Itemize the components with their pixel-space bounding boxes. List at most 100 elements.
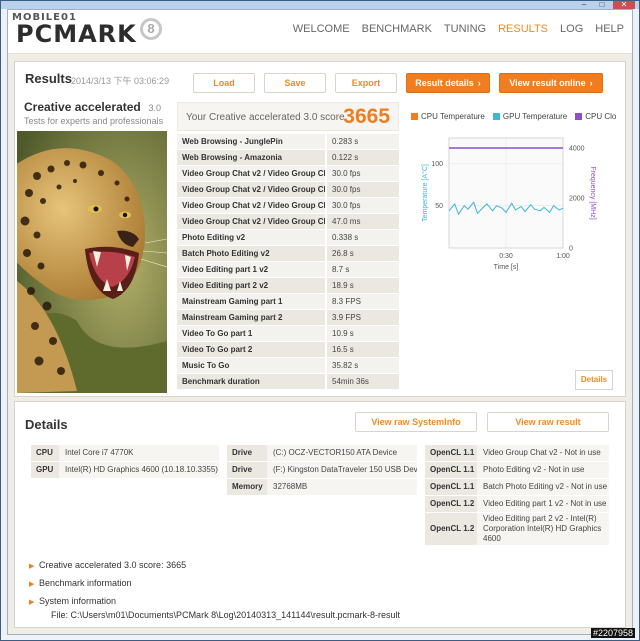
subtest-name: Music To Go <box>177 358 327 373</box>
subtest-value: 0.122 s <box>332 153 359 162</box>
subtest-row: Web Browsing - Amazonia 0.122 s <box>177 150 399 166</box>
pcmark-8-logo-mark: 8 <box>140 18 162 40</box>
chevron-right-icon: › <box>477 78 481 88</box>
table-row: OpenCL 1.1 Video Group Chat v2 - Not in u… <box>425 445 609 461</box>
test-version: 3.0 <box>148 103 161 113</box>
subtest-row: Video Editing part 1 v2 8.7 s <box>177 262 399 278</box>
table-value: 32768MB <box>267 479 417 495</box>
nav-tuning[interactable]: TUNING <box>444 23 486 35</box>
leopard-image <box>17 131 167 393</box>
close-button[interactable]: ✕ <box>613 1 635 9</box>
details-panel: Details View raw SystemInfo View raw res… <box>14 401 626 628</box>
view-online-button[interactable]: View result online › <box>499 73 603 93</box>
table-key: OpenCL 1.2 <box>425 513 477 545</box>
nav-help[interactable]: HELP <box>595 23 624 35</box>
subtest-name: Mainstream Gaming part 1 <box>177 294 327 309</box>
subtest-row: Video Editing part 2 v2 18.9 s <box>177 278 399 294</box>
table-value: Intel(R) HD Graphics 4600 (10.18.10.3355… <box>59 462 219 478</box>
view-raw-systeminfo-button[interactable]: View raw SystemInfo <box>355 412 477 432</box>
expander-label: System information <box>39 596 117 606</box>
result-details-label: Result details <box>415 78 474 88</box>
save-button[interactable]: Save <box>264 73 326 93</box>
y-right-tick-label: 4000 <box>569 146 585 153</box>
results-title: Results <box>25 71 72 86</box>
expander-benchmark-info[interactable]: ▶ Benchmark information <box>29 578 132 588</box>
title-bar: – □ ✕ <box>1 1 639 9</box>
nav-benchmark[interactable]: BENCHMARK <box>362 23 432 35</box>
subtest-name: Video Editing part 1 v2 <box>177 262 327 277</box>
results-date: 2014/3/13 下午 03:06:29 <box>71 76 170 86</box>
app-header: MOBILE01 PCMARK 8 WELCOME BENCHMARK TUNI… <box>8 10 632 54</box>
chart-details-button[interactable]: Details <box>575 370 613 390</box>
table-value: Batch Photo Editing v2 - Not in use <box>477 479 609 495</box>
file-label: File: <box>51 610 69 620</box>
legend-label: CPU Temperature <box>421 112 485 121</box>
table-row: GPU Intel(R) HD Graphics 4600 (10.18.10.3… <box>31 462 219 478</box>
expander-label: Benchmark information <box>39 578 132 588</box>
subtest-value: 35.82 s <box>332 361 359 370</box>
subtest-name: Video Group Chat v2 / Video Group Chat e <box>177 214 327 229</box>
legend-item-cpu-temp[interactable]: CPU Temperature <box>411 112 485 121</box>
legend-item-cpu-clock[interactable]: CPU Clo <box>575 112 616 121</box>
table-key: OpenCL 1.1 <box>425 462 477 478</box>
table-row: Memory 32768MB <box>227 479 417 495</box>
pcmark-logo: PCMARK <box>16 20 137 48</box>
nav-welcome[interactable]: WELCOME <box>293 23 350 35</box>
subtest-row: Music To Go 35.82 s <box>177 358 399 374</box>
subtest-value: 54min 36s <box>332 377 369 386</box>
file-path-line: File: C:\Users\m01\Documents\PCMark 8\Lo… <box>51 610 400 620</box>
y-right-tick-label: 0 <box>569 246 573 253</box>
subtest-name: Video Group Chat v2 / Video Group Chat p <box>177 182 327 197</box>
table-value: Photo Editing v2 - Not in use <box>477 462 609 478</box>
subtest-name: Video Group Chat v2 / Video Group Chat p <box>177 166 327 181</box>
load-button[interactable]: Load <box>193 73 255 93</box>
export-button[interactable]: Export <box>335 73 397 93</box>
nav-results[interactable]: RESULTS <box>498 23 548 35</box>
subtest-value: 18.9 s <box>332 281 354 290</box>
y-left-axis-label: Temperature [A°C] <box>421 164 429 222</box>
minimize-button[interactable]: – <box>577 1 591 9</box>
maximize-button[interactable]: □ <box>595 1 609 9</box>
expand-arrow-icon: ▶ <box>29 563 35 570</box>
expander-score[interactable]: ▶ Creative accelerated 3.0 score: 3665 <box>29 560 186 570</box>
subtest-row: Video Group Chat v2 / Video Group Chat p… <box>177 198 399 214</box>
subtest-value: 10.9 s <box>332 329 354 338</box>
table-row: OpenCL 1.1 Batch Photo Editing v2 - Not i… <box>425 479 609 495</box>
chevron-right-icon: › <box>589 78 593 88</box>
x-axis-label: Time [s] <box>494 264 519 271</box>
test-subtitle: Tests for experts and professionals <box>24 116 164 126</box>
nav-log[interactable]: LOG <box>560 23 583 35</box>
subtest-name: Web Browsing - Amazonia <box>177 150 327 165</box>
subtest-value: 0.283 s <box>332 137 359 146</box>
legend-item-gpu-temp[interactable]: GPU Temperature <box>492 112 567 121</box>
hardware-table-left: CPU Intel Core i7 4770K GPU Intel(R) HD Gra… <box>31 445 219 479</box>
table-key: CPU <box>31 445 59 461</box>
subtest-value: 0.338 s <box>332 233 359 242</box>
subtest-name: Video To Go part 1 <box>177 326 327 341</box>
results-panel: Results 2014/3/13 下午 03:06:29 Load Save … <box>14 61 626 397</box>
result-details-button[interactable]: Result details › <box>406 73 490 93</box>
subtest-row: Batch Photo Editing v2 26.8 s <box>177 246 399 262</box>
view-online-label: View result online <box>509 78 586 88</box>
pcmark-app: MOBILE01 PCMARK 8 WELCOME BENCHMARK TUNI… <box>7 9 633 635</box>
subtest-row: Video Group Chat v2 / Video Group Chat p… <box>177 182 399 198</box>
view-raw-result-button[interactable]: View raw result <box>487 412 609 432</box>
chart-legend: CPU Temperature GPU Temperature CPU Clo <box>411 112 621 121</box>
expander-system-info[interactable]: ▶ System information <box>29 596 116 606</box>
legend-swatch <box>492 113 500 120</box>
hardware-table-mid: Drive (C:) OCZ-VECTOR150 ATA Device Drive(… <box>227 445 417 496</box>
subtest-row: Mainstream Gaming part 1 8.3 FPS <box>177 294 399 310</box>
table-key: GPU <box>31 462 59 478</box>
test-name: Creative accelerated <box>24 100 141 114</box>
subtest-row: Video Group Chat v2 / Video Group Chat p… <box>177 166 399 182</box>
file-path: C:\Users\m01\Documents\PCMark 8\Log\2014… <box>70 610 401 620</box>
subtest-value: 8.7 s <box>332 265 350 274</box>
y-left-tick-label: 100 <box>431 161 443 168</box>
main-nav: WELCOME BENCHMARK TUNING RESULTS LOG HEL… <box>293 23 624 35</box>
watermark-id: #2207958 <box>590 628 635 638</box>
subtest-value: 30.0 fps <box>332 185 361 194</box>
chart-svg: 100 50 4000 2000 0 0:30 1:00 Time [s] Temperatur… <box>421 137 596 271</box>
score-box: Your Creative accelerated 3.0 score 3665 <box>177 102 399 131</box>
table-key: OpenCL 1.1 <box>425 479 477 495</box>
subtest-name: Video To Go part 2 <box>177 342 327 357</box>
